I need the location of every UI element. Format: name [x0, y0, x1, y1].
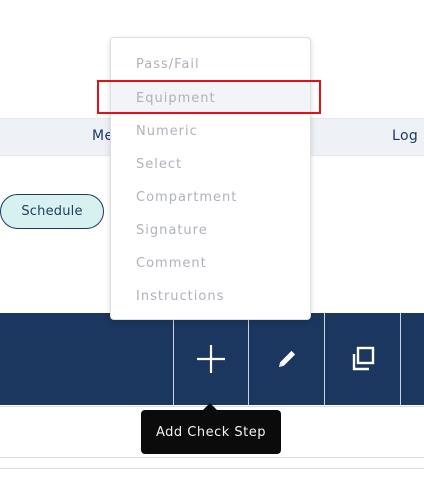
- row-divider: [0, 457, 424, 458]
- menu-item-comment[interactable]: Comment: [111, 247, 310, 280]
- menu-item-numeric[interactable]: Numeric: [111, 115, 310, 148]
- schedule-button[interactable]: Schedule: [0, 194, 104, 229]
- menu-item-pass-fail[interactable]: Pass/Fail: [111, 48, 310, 81]
- step-type-menu: Pass/Fail Equipment Numeric Select Compa…: [110, 37, 311, 320]
- app-window: Me Log I Schedule Add Check Step Pass/Fa…: [0, 0, 424, 490]
- copy-icon: [352, 346, 374, 371]
- plus-icon: [197, 345, 225, 373]
- menu-item-compartment[interactable]: Compartment: [111, 181, 310, 214]
- tooltip: Add Check Step: [141, 410, 281, 454]
- menu-item-equipment[interactable]: Equipment: [111, 82, 310, 115]
- column-header-right[interactable]: Log I: [392, 128, 424, 144]
- menu-item-signature[interactable]: Signature: [111, 214, 310, 247]
- pencil-icon: [278, 350, 295, 367]
- copy-button[interactable]: [325, 313, 400, 405]
- menu-item-instructions[interactable]: Instructions: [111, 280, 310, 313]
- menu-item-select[interactable]: Select: [111, 148, 310, 181]
- toolbar-divider: [400, 313, 401, 405]
- tooltip-arrow: [203, 403, 217, 410]
- edit-button[interactable]: [249, 313, 324, 405]
- row-divider: [0, 468, 424, 469]
- add-check-step-button[interactable]: [174, 313, 248, 405]
